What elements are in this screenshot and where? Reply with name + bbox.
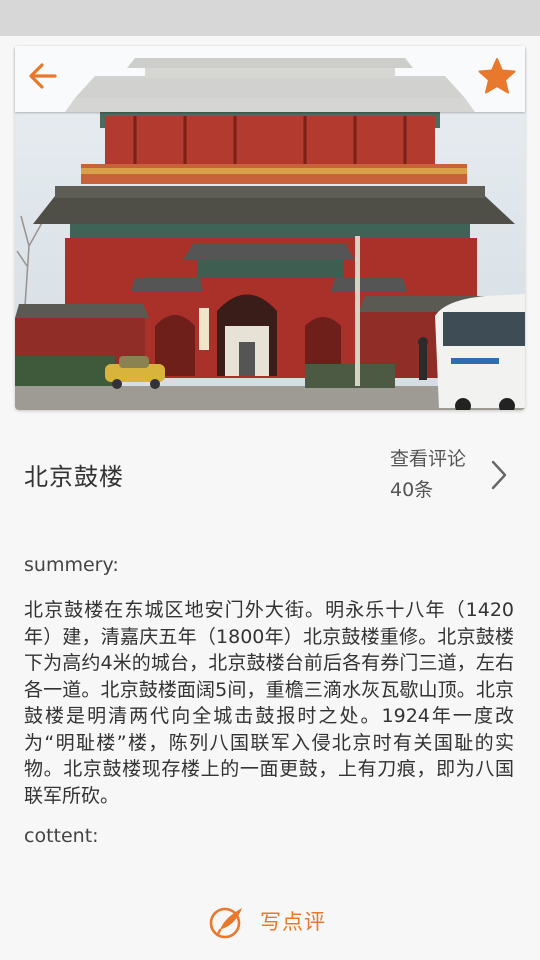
content-label: cottent: xyxy=(24,825,99,847)
favorite-button[interactable] xyxy=(472,54,522,98)
view-reviews-link[interactable]: 查看评论 40条 xyxy=(388,444,528,506)
chevron-right-icon xyxy=(491,460,507,490)
pen-icon xyxy=(209,907,242,939)
hero-image xyxy=(15,46,525,410)
place-title: 北京鼓楼 xyxy=(24,463,124,491)
back-button[interactable] xyxy=(18,54,68,98)
title-row: 北京鼓楼 查看评论 40条 xyxy=(0,430,540,520)
star-icon xyxy=(478,58,516,94)
drum-tower-photo xyxy=(15,46,525,410)
summary-text: 北京鼓楼在东城区地安门外大街。明永乐十八年（1420年）建，清嘉庆五年（1800… xyxy=(24,599,514,807)
write-review-button[interactable]: 写点评 xyxy=(208,896,348,946)
back-arrow-icon xyxy=(29,63,57,89)
write-review-label: 写点评 xyxy=(260,910,326,934)
summary-label: summery: xyxy=(24,554,119,576)
status-bar xyxy=(0,0,540,36)
view-reviews-label: 查看评论 xyxy=(390,448,467,470)
review-count: 40条 xyxy=(390,479,434,501)
